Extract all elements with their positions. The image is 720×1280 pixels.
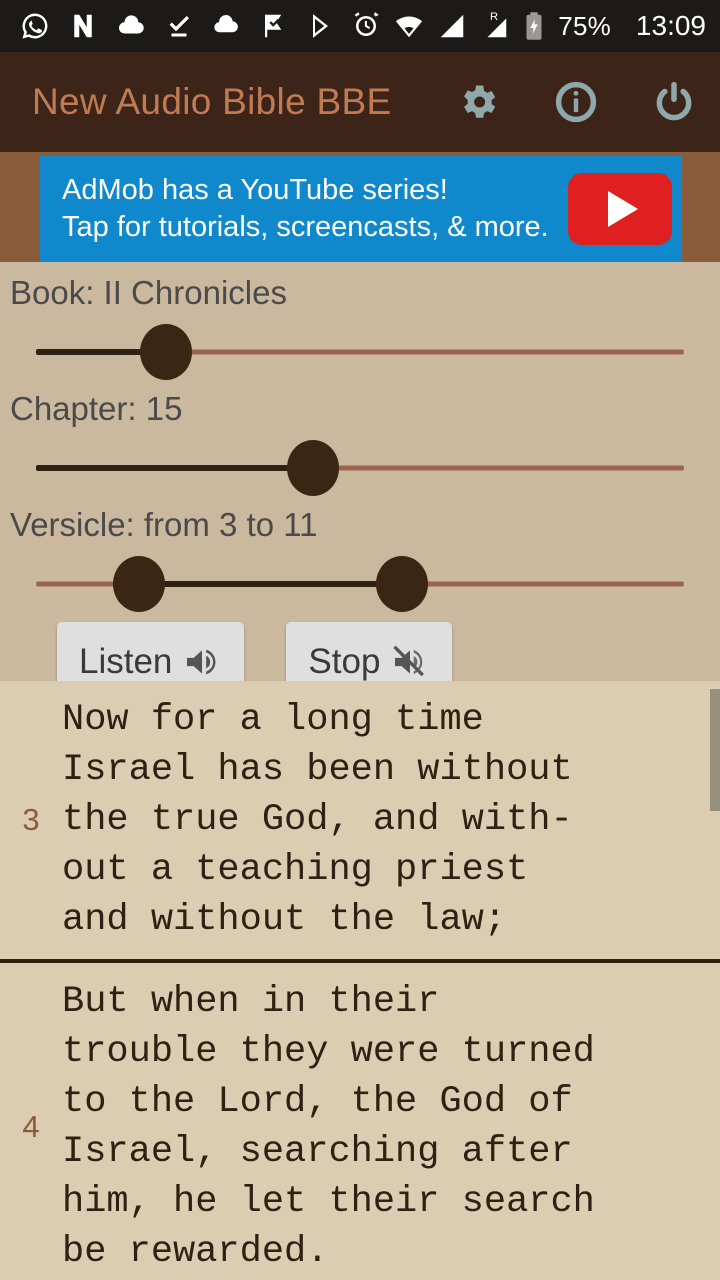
youtube-play-icon[interactable] <box>568 173 672 245</box>
info-circle-icon[interactable] <box>554 80 598 124</box>
verse-number: 3 <box>22 802 40 837</box>
status-bar-right-icons: R 75% 13:09 <box>351 11 706 41</box>
status-bar-left-icons <box>20 11 338 41</box>
ad-text: AdMob has a YouTube series! Tap for tuto… <box>62 172 568 246</box>
chapter-label: Chapter: 15 <box>10 389 183 427</box>
versicle-range-slider[interactable] <box>36 546 684 622</box>
versicle-slider-fill <box>139 580 403 587</box>
admob-banner[interactable]: AdMob has a YouTube series! Tap for tuto… <box>40 156 682 262</box>
stop-button-label: Stop <box>308 642 381 682</box>
cloud-icon <box>116 11 146 41</box>
ad-line-1: AdMob has a YouTube series! <box>62 173 448 206</box>
chapter-slider-fill <box>36 464 313 471</box>
chapter-slider-thumb[interactable] <box>286 439 339 496</box>
chapter-slider[interactable] <box>36 430 684 506</box>
book-slider[interactable] <box>36 314 684 390</box>
gear-icon[interactable] <box>456 80 500 124</box>
versicle-slider-thumb-low[interactable] <box>113 555 166 612</box>
status-bar-clock: 13:09 <box>635 10 706 41</box>
book-slider-thumb[interactable] <box>139 323 192 380</box>
ad-container: AdMob has a YouTube series! Tap for tuto… <box>0 152 720 262</box>
whatsapp-icon <box>20 11 50 41</box>
play-triangle-icon <box>608 191 638 227</box>
svg-text:R: R <box>490 11 498 23</box>
verse-row[interactable]: 4 But when in their trouble they were tu… <box>0 963 720 1280</box>
battery-charging-icon <box>523 11 545 41</box>
book-label: Book: II Chronicles <box>10 274 287 311</box>
roaming-signal-icon: R <box>480 11 510 41</box>
ad-line-2: Tap for tutorials, screencasts, & more. <box>62 211 549 243</box>
cloud-sync-icon <box>212 11 242 41</box>
signal-icon <box>437 11 467 41</box>
ad-right-margin <box>682 156 720 262</box>
wifi-icon <box>394 11 424 41</box>
ad-left-margin <box>0 156 40 262</box>
power-icon[interactable] <box>652 80 696 124</box>
verse-text: Now for a long time Israel has been with… <box>62 699 573 941</box>
verse-text: But when in their trouble they were turn… <box>62 981 595 1273</box>
check-underline-icon <box>164 11 194 41</box>
app-bar: New Audio Bible BBE <box>0 52 720 152</box>
alarm-icon <box>351 11 381 41</box>
status-bar: R 75% 13:09 <box>0 0 720 52</box>
flag-check-icon <box>260 11 290 41</box>
app-bar-actions <box>456 80 696 124</box>
control-panel: Book: II Chronicles Chapter: 15 Versicle… <box>0 262 720 702</box>
versicle-label: Versicle: from 3 to 11 <box>10 505 318 543</box>
verse-row[interactable]: 3 Now for a long time Israel has been wi… <box>0 681 720 963</box>
battery-percent-label: 75% <box>558 11 611 41</box>
volume-up-icon <box>182 642 222 682</box>
verse-list-scrollbar[interactable] <box>710 689 720 811</box>
play-store-icon <box>308 11 338 41</box>
verse-list[interactable]: 3 Now for a long time Israel has been wi… <box>0 681 720 1280</box>
n-app-icon <box>68 11 98 41</box>
volume-mute-icon <box>390 642 430 682</box>
versicle-slider-thumb-high[interactable] <box>376 555 429 612</box>
listen-button-label: Listen <box>79 642 173 682</box>
verse-number: 4 <box>22 1109 40 1144</box>
app-title: New Audio Bible BBE <box>32 81 392 122</box>
